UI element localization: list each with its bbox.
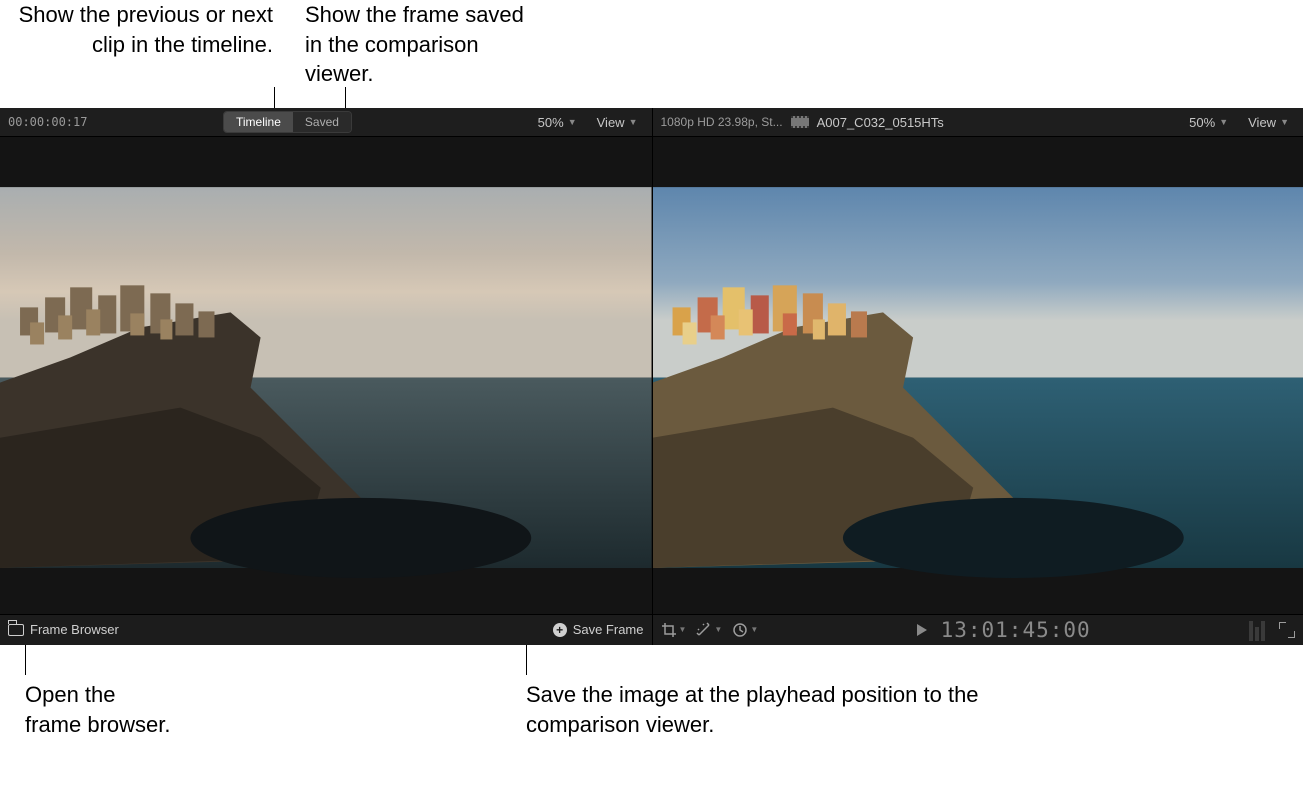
left-view-label: View bbox=[597, 115, 625, 130]
callout-frame-browser-text: Open the frame browser. bbox=[25, 680, 225, 739]
right-bottom-bar: ▼ ▼ ▼ 13:01:45:00 bbox=[652, 615, 1303, 645]
right-view-label: View bbox=[1248, 115, 1276, 130]
filmstrip-icon bbox=[791, 116, 809, 128]
chevron-down-icon: ▼ bbox=[679, 625, 687, 634]
viewers bbox=[0, 137, 1303, 613]
callout-saved-text: Show the frame saved in the comparison v… bbox=[305, 0, 535, 89]
play-button[interactable] bbox=[917, 624, 927, 636]
mode-segmented-control: Timeline Saved bbox=[223, 111, 352, 133]
chevron-down-icon: ▼ bbox=[750, 625, 758, 634]
left-zoom-dropdown[interactable]: 50% ▼ bbox=[532, 113, 583, 132]
playhead-timecode[interactable]: 13:01:45:00 bbox=[941, 618, 1091, 642]
right-zoom-dropdown[interactable]: 50% ▼ bbox=[1183, 113, 1234, 132]
right-toolbar: 1080p HD 23.98p, St... A007_C032_0515HTs… bbox=[652, 108, 1303, 136]
callout-leader-frame-browser bbox=[25, 645, 26, 675]
right-scene-image bbox=[653, 137, 1303, 613]
chevron-down-icon: ▼ bbox=[629, 117, 638, 127]
callout-timeline-text: Show the previous or next clip in the ti… bbox=[16, 0, 273, 59]
frame-browser-icon bbox=[8, 624, 24, 636]
left-bottom-bar: Frame Browser + Save Frame bbox=[0, 615, 652, 645]
callout-leader-timeline bbox=[274, 87, 275, 109]
chevron-down-icon: ▼ bbox=[1219, 117, 1228, 127]
crop-icon bbox=[661, 622, 677, 638]
bottom-toolbar: Frame Browser + Save Frame ▼ ▼ ▼ bbox=[0, 614, 1303, 645]
frame-browser-label: Frame Browser bbox=[30, 622, 119, 637]
top-toolbar: 00:00:00:17 Timeline Saved 50% ▼ View ▼ … bbox=[0, 108, 1303, 137]
right-view-dropdown[interactable]: View ▼ bbox=[1242, 113, 1295, 132]
right-viewer[interactable] bbox=[652, 137, 1303, 613]
frame-browser-button[interactable]: Frame Browser bbox=[8, 622, 119, 637]
callout-leader-saved bbox=[345, 87, 346, 109]
comparison-viewer-window: 00:00:00:17 Timeline Saved 50% ▼ View ▼ … bbox=[0, 108, 1303, 645]
right-zoom-label: 50% bbox=[1189, 115, 1215, 130]
enhance-tool[interactable]: ▼ bbox=[696, 622, 722, 638]
plus-circle-icon: + bbox=[553, 623, 567, 637]
left-timecode: 00:00:00:17 bbox=[8, 115, 87, 129]
chevron-down-icon: ▼ bbox=[568, 117, 577, 127]
saved-tab[interactable]: Saved bbox=[293, 112, 351, 132]
chevron-down-icon: ▼ bbox=[1280, 117, 1289, 127]
callout-leader-save-frame bbox=[526, 645, 527, 675]
left-zoom-label: 50% bbox=[538, 115, 564, 130]
format-info: 1080p HD 23.98p, St... bbox=[661, 115, 783, 129]
left-view-dropdown[interactable]: View ▼ bbox=[591, 113, 644, 132]
chevron-down-icon: ▼ bbox=[714, 625, 722, 634]
left-viewer[interactable] bbox=[0, 137, 652, 613]
clock-icon bbox=[732, 622, 748, 638]
save-frame-button[interactable]: + Save Frame bbox=[553, 622, 644, 637]
fullscreen-button[interactable] bbox=[1279, 622, 1295, 638]
save-frame-label: Save Frame bbox=[573, 622, 644, 637]
timeline-tab[interactable]: Timeline bbox=[224, 112, 293, 132]
audio-meters bbox=[1249, 619, 1269, 641]
clip-name: A007_C032_0515HTs bbox=[817, 115, 944, 130]
callout-save-frame-text: Save the image at the playhead position … bbox=[526, 680, 1006, 739]
retime-tool[interactable]: ▼ bbox=[732, 622, 758, 638]
wand-icon bbox=[696, 622, 712, 638]
transform-tool[interactable]: ▼ bbox=[661, 622, 687, 638]
left-toolbar: 00:00:00:17 Timeline Saved 50% ▼ View ▼ bbox=[0, 108, 652, 136]
left-scene-image bbox=[0, 137, 652, 613]
